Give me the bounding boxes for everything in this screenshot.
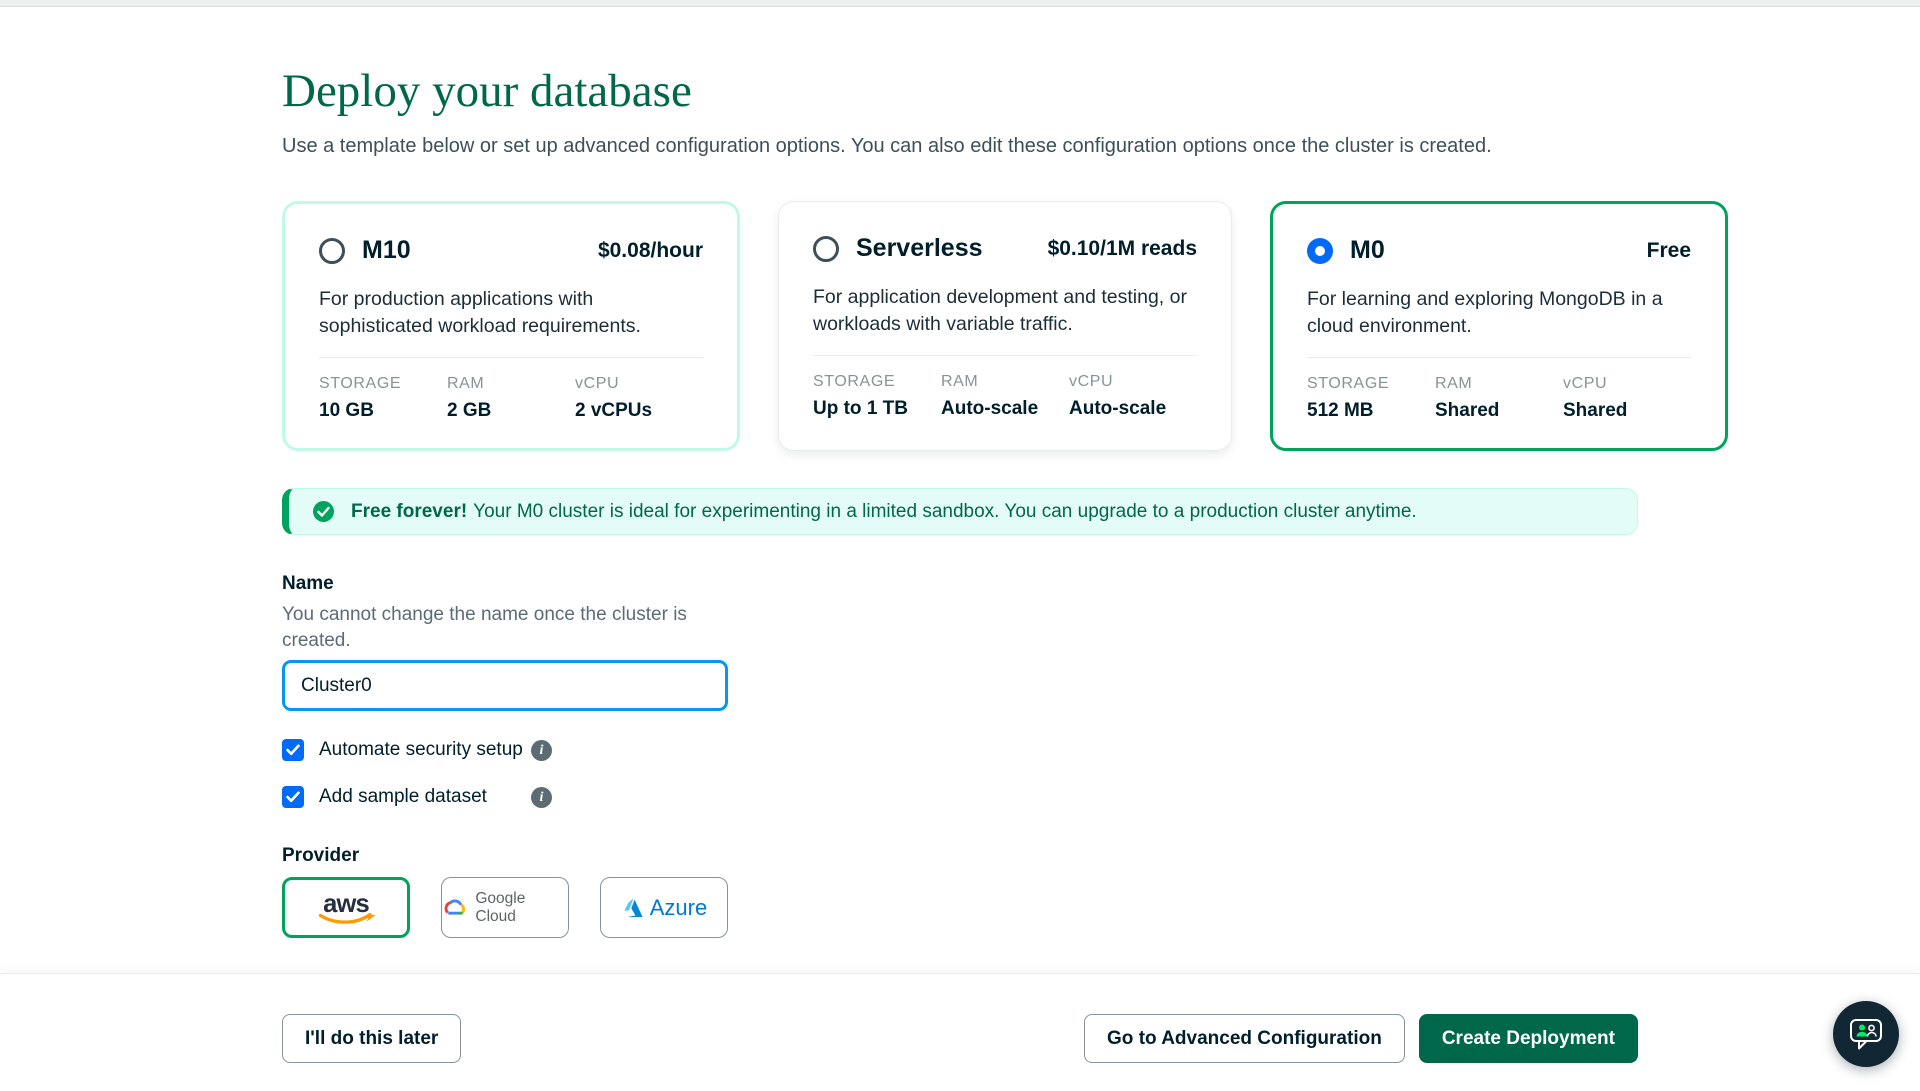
spec-header-ram: RAM: [941, 373, 979, 390]
provider-row: aws Google Cloud Azure: [282, 877, 1638, 938]
banner-bold-text: Free forever!: [351, 500, 468, 522]
spec-header-storage: STORAGE: [813, 373, 896, 390]
aws-logo-text: aws: [323, 890, 369, 918]
cluster-name-input[interactable]: [282, 660, 728, 711]
spec-header-ram: RAM: [447, 375, 485, 392]
support-chat-button[interactable]: [1833, 1001, 1899, 1067]
automate-security-checkbox[interactable]: [282, 739, 304, 761]
checkmark-icon: [286, 791, 300, 803]
tier-price: $0.08/hour: [597, 238, 703, 262]
azure-logo: [624, 897, 643, 917]
radio-m10[interactable]: [319, 237, 345, 264]
tier-cards-row: M10 $0.08/hour For production applicatio…: [282, 201, 1728, 451]
provider-option-google-cloud[interactable]: Google Cloud: [441, 877, 569, 938]
tier-description: For learning and exploring MongoDB in a …: [1307, 286, 1691, 358]
tier-name: Serverless: [856, 234, 983, 262]
spec-value-vcpu: 2 vCPUs: [575, 400, 653, 421]
aws-logo: aws: [318, 890, 376, 924]
spec-header-ram: RAM: [1435, 375, 1473, 392]
spec-value-ram: 2 GB: [447, 400, 492, 421]
do-this-later-button[interactable]: I'll do this later: [282, 1014, 462, 1063]
automate-security-row: Automate security setup i: [282, 738, 1638, 762]
sample-dataset-label: Add sample dataset: [319, 786, 487, 807]
automate-security-label: Automate security setup: [319, 739, 523, 760]
google-cloud-logo: [444, 899, 466, 915]
spec-header-storage: STORAGE: [319, 375, 402, 392]
sample-dataset-row: Add sample dataset i: [282, 785, 1638, 809]
page-title: Deploy your database: [282, 65, 692, 117]
deploy-database-page: Deploy your database Use a template belo…: [0, 0, 1920, 1091]
spec-value-vcpu: Shared: [1563, 400, 1628, 421]
spec-value-vcpu: Auto-scale: [1069, 398, 1167, 419]
tier-name: M10: [362, 236, 411, 264]
check-circle-icon: [313, 501, 334, 522]
free-forever-banner: Free forever! Your M0 cluster is ideal fo…: [282, 488, 1638, 535]
spec-value-storage: Up to 1 TB: [813, 398, 908, 419]
info-icon[interactable]: i: [531, 739, 552, 761]
page-subtitle: Use a template below or set up advanced …: [282, 135, 1492, 157]
provider-label: Provider: [282, 845, 360, 866]
sample-dataset-checkbox[interactable]: [282, 786, 304, 808]
name-helper-text: You cannot change the name once the clus…: [282, 604, 687, 651]
tier-price: $0.10/1M reads: [1047, 236, 1197, 260]
spec-header-vcpu: vCPU: [1069, 373, 1114, 390]
chat-people-icon: [1850, 1018, 1882, 1049]
create-deployment-button[interactable]: Create Deployment: [1418, 1014, 1638, 1063]
tier-card-serverless[interactable]: Serverless $0.10/1M reads For applicatio…: [778, 201, 1232, 451]
tier-card-m0[interactable]: M0 Free For learning and exploring Mongo…: [1270, 201, 1728, 451]
spec-value-ram: Shared: [1435, 400, 1500, 421]
tier-description: For application development and testing,…: [813, 284, 1197, 356]
provider-option-aws[interactable]: aws: [282, 877, 410, 938]
banner-body-text: Your M0 cluster is ideal for experimenti…: [473, 500, 1417, 522]
azure-logo-text: Azure: [649, 894, 708, 920]
name-label: Name: [282, 573, 334, 594]
tier-card-m10[interactable]: M10 $0.08/hour For production applicatio…: [282, 201, 740, 451]
spec-header-vcpu: vCPU: [575, 375, 620, 392]
spec-value-storage: 10 GB: [319, 400, 374, 421]
provider-option-azure[interactable]: Azure: [600, 877, 728, 938]
google-cloud-logo-text: Google Cloud: [475, 889, 526, 925]
spec-value-storage: 512 MB: [1307, 400, 1374, 421]
spec-header-storage: STORAGE: [1307, 375, 1390, 392]
tier-description: For production applications with sophist…: [319, 286, 703, 358]
spec-value-ram: Auto-scale: [941, 398, 1039, 419]
tier-name: M0: [1350, 236, 1385, 264]
footer-bar: I'll do this later Go to Advanced Config…: [0, 973, 1920, 1091]
checkmark-icon: [286, 744, 300, 756]
spec-header-vcpu: vCPU: [1563, 375, 1608, 392]
banner-text: Free forever! Your M0 cluster is ideal fo…: [351, 501, 1417, 523]
radio-serverless[interactable]: [813, 235, 839, 262]
advanced-configuration-button[interactable]: Go to Advanced Configuration: [1084, 1014, 1405, 1063]
info-icon[interactable]: i: [531, 786, 552, 808]
top-edge-strip: [0, 0, 1920, 7]
radio-m0-selected[interactable]: [1307, 237, 1333, 264]
tier-price: Free: [1646, 238, 1691, 262]
